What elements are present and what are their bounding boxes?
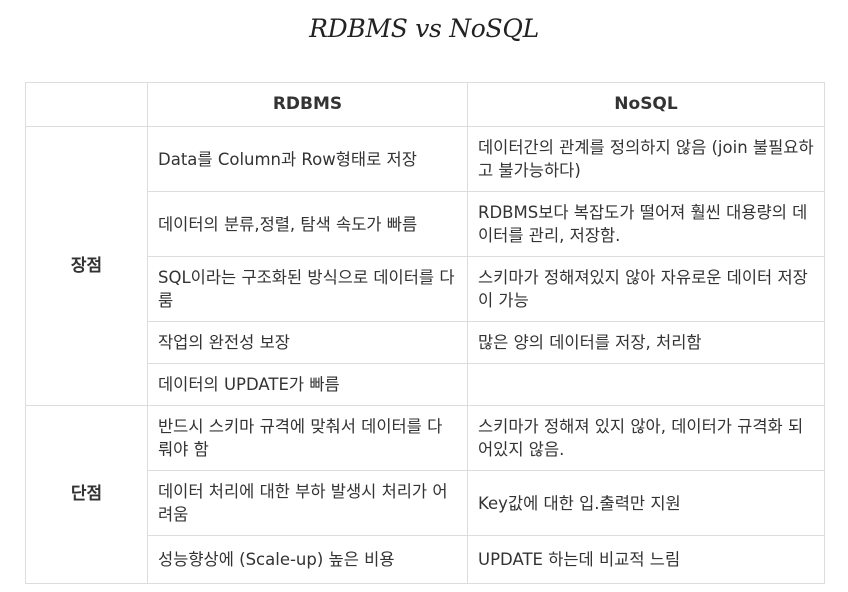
nosql-cell: Key값에 대한 입.출력만 지원	[467, 470, 825, 536]
nosql-cell: 많은 양의 데이터를 저장, 처리함	[467, 321, 825, 364]
nosql-cell: RDBMS보다 복잡도가 떨어져 훨씬 대용량의 데이터를 관리, 저장함.	[467, 191, 825, 257]
nosql-cell: UPDATE 하는데 비교적 느림	[467, 535, 825, 584]
rdbms-cell: 데이터 처리에 대한 부하 발생시 처리가 어려움	[147, 470, 468, 536]
header-empty-cell	[25, 82, 148, 127]
comparison-table: RDBMS NoSQL 장점 Data를 Column과 Row형태로 저장 데…	[25, 82, 825, 584]
header-nosql: NoSQL	[467, 82, 825, 127]
rdbms-cell: 성능향상에 (Scale-up) 높은 비용	[147, 535, 468, 584]
table-row: 단점 반드시 스키마 규격에 맞춰서 데이터를 다뤄야 함 스키마가 정해져 있…	[25, 405, 825, 584]
rdbms-cell: Data를 Column과 Row형태로 저장	[147, 126, 468, 192]
rdbms-cell: 데이터의 UPDATE가 빠름	[147, 363, 468, 406]
header-rdbms: RDBMS	[147, 82, 468, 127]
table-header-row: RDBMS NoSQL	[25, 82, 825, 127]
nosql-cell: 스키마가 정해져 있지 않아, 데이터가 규격화 되어있지 않음.	[467, 405, 825, 471]
group-label-disadvantages: 단점	[25, 405, 148, 584]
nosql-cell	[467, 363, 825, 406]
group-label-advantages: 장점	[25, 126, 148, 406]
page-title: RDBMS vs NoSQL	[309, 14, 539, 43]
nosql-cell: 데이터간의 관계를 정의하지 않음 (join 불필요하고 불가능하다)	[467, 126, 825, 192]
table-row: 장점 Data를 Column과 Row형태로 저장 데이터간의 관계를 정의하…	[25, 126, 825, 406]
rdbms-cell: 데이터의 분류,정렬, 탐색 속도가 빠름	[147, 191, 468, 257]
rdbms-cell: 작업의 완전성 보장	[147, 321, 468, 364]
nosql-cell: 스키마가 정해져있지 않아 자유로운 데이터 저장이 가능	[467, 256, 825, 322]
rdbms-cell: SQL이라는 구조화된 방식으로 데이터를 다룸	[147, 256, 468, 322]
rdbms-cell: 반드시 스키마 규격에 맞춰서 데이터를 다뤄야 함	[147, 405, 468, 471]
